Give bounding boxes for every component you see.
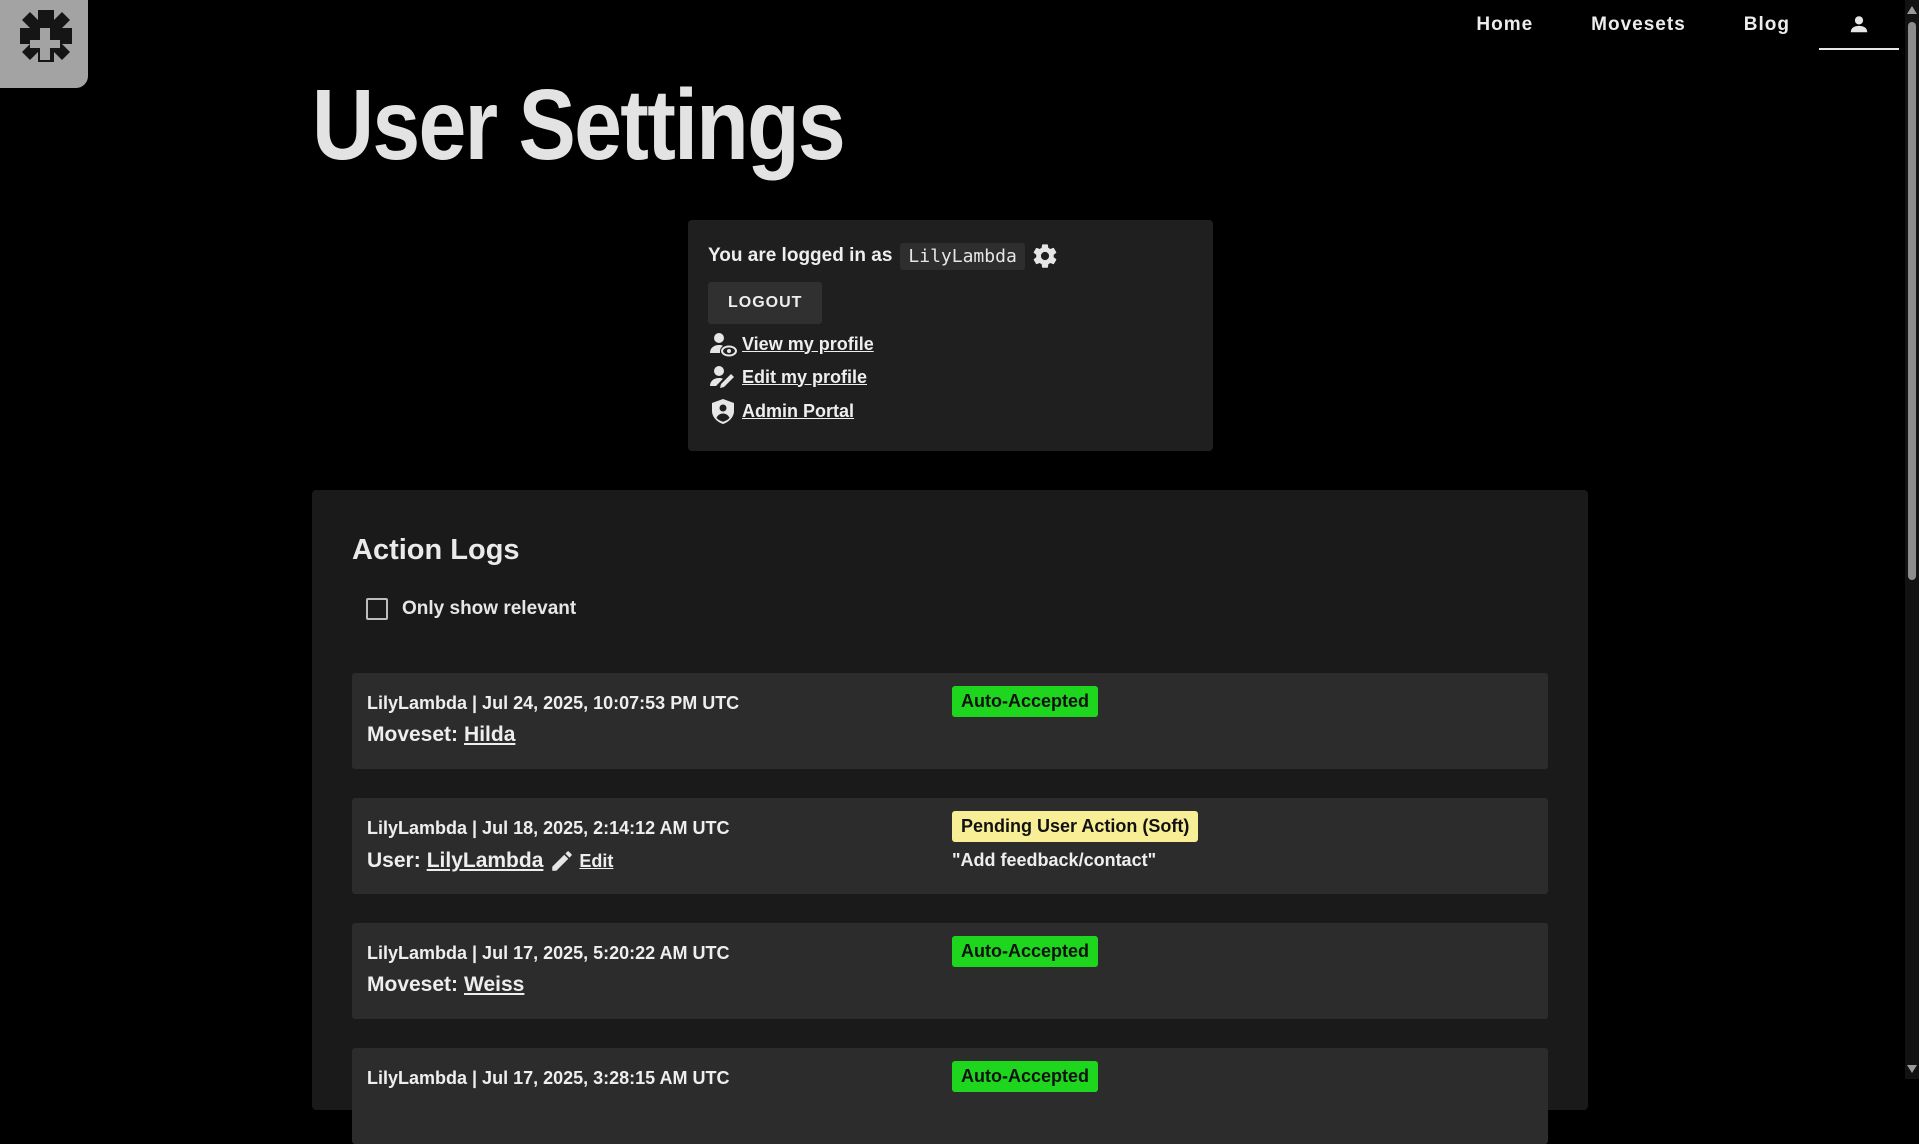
edit-button[interactable]: Edit: [549, 848, 613, 874]
only-relevant-toggle[interactable]: Only show relevant: [366, 598, 576, 620]
admin-portal-label[interactable]: Admin Portal: [742, 401, 854, 422]
edit-label[interactable]: Edit: [579, 851, 613, 872]
edit-profile-icon: [710, 366, 734, 388]
user-icon: [1850, 16, 1868, 33]
logged-in-row: You are logged in as LilyLambda: [708, 242, 1193, 270]
pencil-icon: [552, 851, 573, 871]
log-target-link[interactable]: Weiss: [464, 973, 524, 997]
scrollbar[interactable]: [1905, 0, 1919, 1079]
log-target-type: User:: [367, 849, 421, 872]
only-relevant-label: Only show relevant: [402, 598, 577, 619]
username-chip: LilyLambda: [900, 242, 1025, 270]
log-entry: LilyLambda | Jul 18, 2025, 2:14:12 AM UT…: [352, 798, 1548, 894]
nav-user[interactable]: [1819, 0, 1899, 50]
log-entry: LilyLambda | Jul 17, 2025, 5:20:22 AM UT…: [352, 923, 1548, 1019]
nav-movesets[interactable]: Movesets: [1562, 0, 1715, 50]
status-badge: Auto-Accepted: [952, 936, 1099, 967]
login-panel: You are logged in as LilyLambda LOGOUT V…: [688, 220, 1213, 451]
log-target-type: Moveset:: [367, 723, 459, 746]
page-title: User Settings: [312, 69, 846, 181]
log-note: "Add feedback/contact": [952, 850, 1157, 870]
view-profile-icon: [710, 333, 737, 357]
log-meta: LilyLambda | Jul 24, 2025, 10:07:53 PM U…: [367, 693, 740, 713]
scrollbar-thumb[interactable]: [1908, 22, 1916, 580]
edit-profile-label[interactable]: Edit my profile: [742, 367, 867, 388]
view-profile-link[interactable]: View my profile: [708, 331, 1193, 357]
status-badge: Pending User Action (Soft): [952, 811, 1199, 842]
log-target-link[interactable]: LilyLambda: [427, 849, 544, 873]
nav-blog[interactable]: Blog: [1715, 0, 1819, 50]
log-target: Moveset: Weiss: [367, 973, 524, 997]
site-logo[interactable]: [0, 0, 88, 88]
log-meta: LilyLambda | Jul 18, 2025, 2:14:12 AM UT…: [367, 818, 730, 838]
only-relevant-checkbox[interactable]: [366, 598, 388, 620]
log-target-type: Moveset:: [367, 973, 459, 996]
admin-portal-link[interactable]: Admin Portal: [708, 397, 1193, 425]
log-target-link[interactable]: Hilda: [464, 723, 515, 747]
status-badge: Auto-Accepted: [952, 686, 1099, 717]
action-logs-panel: Action Logs Only show relevant LilyLambd…: [312, 490, 1588, 1144]
logged-in-label: You are logged in as: [708, 245, 893, 266]
logout-button[interactable]: LOGOUT: [708, 282, 823, 324]
log-entry: LilyLambda | Jul 24, 2025, 10:07:53 PM U…: [352, 673, 1548, 769]
logo-icon: [20, 10, 72, 62]
view-profile-label[interactable]: View my profile: [742, 334, 874, 355]
shield-icon: [712, 399, 734, 424]
log-target: User: LilyLambda Edit: [367, 848, 613, 874]
edit-profile-link[interactable]: Edit my profile: [708, 364, 1193, 390]
gear-icon[interactable]: [1031, 242, 1059, 270]
log-entry: LilyLambda | Jul 17, 2025, 3:28:15 AM UT…: [352, 1048, 1548, 1144]
action-logs-title: Action Logs: [352, 534, 520, 566]
status-badge: Auto-Accepted: [952, 1061, 1099, 1092]
log-meta: LilyLambda | Jul 17, 2025, 5:20:22 AM UT…: [367, 943, 730, 963]
scroll-down-arrow-icon[interactable]: [1907, 1065, 1917, 1073]
scroll-up-arrow-icon[interactable]: [1907, 6, 1917, 14]
top-nav: Home Movesets Blog: [1447, 0, 1899, 50]
nav-home[interactable]: Home: [1447, 0, 1562, 50]
log-target: Moveset: Hilda: [367, 723, 515, 747]
